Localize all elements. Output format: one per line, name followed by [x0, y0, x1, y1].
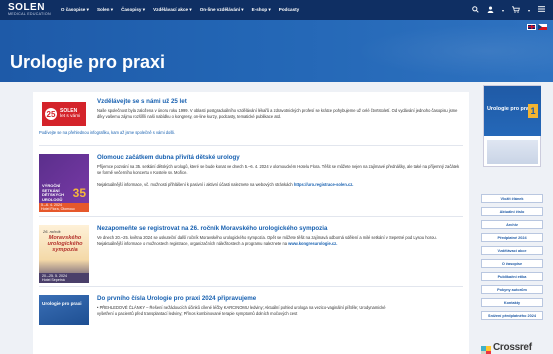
- language-switcher: [527, 24, 547, 30]
- article-title[interactable]: Olomouc začátkem dubna přivítá dětské ur…: [97, 154, 240, 161]
- chevron-down-icon[interactable]: ▾: [528, 8, 530, 13]
- kongres-link[interactable]: www.kongresurologie.cz.: [288, 241, 337, 246]
- thumb-place-text: Hotel Flora, Olomouc: [41, 206, 75, 211]
- article-text: Ve dnech 20.–25. května 2024 se uskutečn…: [97, 235, 462, 247]
- article-title[interactable]: Nezapomeňte se registrovat na 26. ročník…: [97, 225, 327, 232]
- nav-label: Solen: [96, 7, 110, 12]
- article-text: Naše společnost byla založena v únoru ro…: [97, 108, 458, 119]
- journal-cover[interactable]: Urologie pro praxi 1: [483, 85, 541, 167]
- sidebar-button-snizeni-predplatneho[interactable]: Snížení předplatného 2024: [481, 311, 543, 320]
- article-item: 26. ročník Moravského urologického sympo…: [39, 225, 464, 285]
- cart-icon[interactable]: [511, 5, 520, 15]
- thumb-title: Moravského urologického sympozia: [47, 235, 83, 253]
- article-item: Urologie pro praxi Do prvního čísla Urol…: [39, 295, 464, 345]
- nav-item-podcasty[interactable]: Podcasty: [279, 7, 299, 13]
- menu-icon[interactable]: [538, 6, 545, 14]
- divider: [39, 216, 463, 217]
- article-text-2-body: Nejaktuálnější informace, vč. možnosti p…: [97, 182, 294, 187]
- sidebar-button-vzdelavaci-akce[interactable]: Vzdělávací akce: [481, 246, 543, 255]
- thumb-top-text: 26. ročník: [43, 229, 61, 234]
- chevron-down-icon[interactable]: ▾: [502, 8, 504, 13]
- sidebar-button-o-casopise[interactable]: O časopise: [481, 259, 543, 268]
- crossref-text: Crossref: [493, 342, 532, 353]
- search-icon[interactable]: [472, 5, 479, 15]
- thumb-date: 20.–25. 5. 2024 Hotel Sepetná: [39, 273, 89, 283]
- article-text: Příjemce pozvání na 35. setkání dětských…: [97, 164, 460, 175]
- nav-item-o-casopise[interactable]: O časopise ▾: [61, 7, 89, 13]
- article-text-2: vyšetření u pacientů před transplantací …: [97, 311, 298, 316]
- nav-item-vzdelavaci-akce[interactable]: Vzdělávací akce ▾: [153, 7, 192, 13]
- thumb-title: Urologie pro praxi: [42, 301, 82, 306]
- hero-banner: Urologie pro praxi: [0, 20, 553, 82]
- cover-image: [487, 140, 538, 164]
- czech-flag-icon[interactable]: [538, 24, 547, 30]
- infographic-link[interactable]: Podívejte se na přehlednou infografiku, …: [39, 130, 463, 136]
- nav-label: O časopise: [60, 7, 86, 12]
- top-navigation-bar: SOLEN MEDICAL EDUCATION O časopise ▾ Sol…: [0, 0, 553, 20]
- article-text-2: Nejaktuálnější informace, vč. možnosti p…: [97, 182, 462, 188]
- main-menu: O časopise ▾ Solen ▾ Časopisy ▾ Vzděláva…: [61, 7, 299, 13]
- divider: [39, 286, 463, 287]
- solen-25-years-thumbnail[interactable]: 25 SOLEN let s vámi: [42, 102, 86, 126]
- article-item: 25 SOLEN let s vámi Vzdělávejte se s nám…: [39, 98, 464, 146]
- thumb-place-text: Hotel Sepetná: [42, 278, 65, 282]
- thumb-text: VÝROČNÍ SETKÁNÍ DĚTSKÝCH UROLOGŮ: [42, 183, 64, 202]
- nav-item-eshop[interactable]: E-shop ▾: [252, 7, 271, 13]
- badge-25: 25: [45, 108, 57, 120]
- event-thumbnail-detske-urology[interactable]: VÝROČNÍ SETKÁNÍ DĚTSKÝCH UROLOGŮ 35 5.–6…: [39, 154, 89, 212]
- thumb-line: UROLOGŮ: [42, 196, 63, 202]
- sidebar-button-kontakty[interactable]: Kontakty: [481, 298, 543, 307]
- logo-subtext: MEDICAL EDUCATION: [8, 12, 51, 16]
- logo-text: SOLEN: [8, 2, 45, 13]
- main-content: 25 SOLEN let s vámi Vzdělávejte se s nám…: [33, 92, 469, 354]
- thumb-text: SOLEN let s vámi: [60, 108, 81, 120]
- divider: [39, 145, 463, 146]
- sidebar-button-predplatne[interactable]: Předplatné 2024: [481, 233, 543, 242]
- registration-link[interactable]: https://uro.registrace-solen.cz.: [294, 182, 354, 187]
- english-flag-icon[interactable]: [527, 24, 536, 30]
- thumb-sub-text: let s vámi: [60, 114, 81, 119]
- page-title: Urologie pro praxi: [10, 52, 166, 72]
- event-thumbnail-moravske-sympozium[interactable]: 26. ročník Moravského urologického sympo…: [39, 225, 89, 283]
- sidebar-button-archiv[interactable]: Archiv: [481, 220, 543, 229]
- crossref-icon: [481, 343, 491, 354]
- article-title[interactable]: Do prvního čísla Urologie pro praxi 2024…: [97, 295, 256, 302]
- sidebar-button-publikacni-etika[interactable]: Publikační etika: [481, 272, 543, 281]
- sidebar-button-pokyny-autorum[interactable]: Pokyny autorům: [481, 285, 543, 294]
- nav-item-casopisy[interactable]: Časopisy ▾: [121, 7, 145, 13]
- crossref-logo[interactable]: Crossref: [481, 342, 532, 354]
- article-item: VÝROČNÍ SETKÁNÍ DĚTSKÝCH UROLOGŮ 35 5.–6…: [39, 154, 464, 214]
- nav-item-online-vzdelavani[interactable]: On-line vzdělávání ▾: [200, 7, 244, 13]
- sidebar-button-vlozit-clanek[interactable]: Vložit článek: [481, 194, 543, 203]
- cover-header: Urologie pro praxi 1: [484, 86, 541, 136]
- nav-item-solen[interactable]: Solen ▾: [97, 7, 113, 13]
- thumb-date: 5.–6. 4. 2024 Hotel Flora, Olomouc: [39, 203, 89, 212]
- cover-title: Urologie pro praxi: [487, 106, 534, 112]
- article-text-body: Ve dnech 20.–25. května 2024 se uskutečn…: [97, 235, 437, 246]
- sidebar: Urologie pro praxi 1 Vložit článek Aktuá…: [478, 85, 544, 354]
- nav-label: Časopisy: [121, 7, 142, 12]
- cover-issue-number: 1: [528, 104, 538, 118]
- nav-label: Vzdělávací akce: [153, 7, 189, 12]
- solen-logo[interactable]: SOLEN MEDICAL EDUCATION: [8, 0, 51, 20]
- nav-right-icons: ▾ ▾: [472, 0, 545, 20]
- article-title[interactable]: Vzdělávejte se s námi už 25 let: [97, 98, 187, 105]
- journal-thumbnail[interactable]: Urologie pro praxi: [39, 295, 89, 325]
- user-icon[interactable]: [487, 6, 494, 15]
- nav-label: On-line vzdělávání: [199, 7, 241, 12]
- thumb-number: 35: [72, 186, 86, 200]
- nav-label: E-shop: [251, 7, 268, 12]
- sidebar-button-aktualni-cislo[interactable]: Aktuální číslo: [481, 207, 543, 216]
